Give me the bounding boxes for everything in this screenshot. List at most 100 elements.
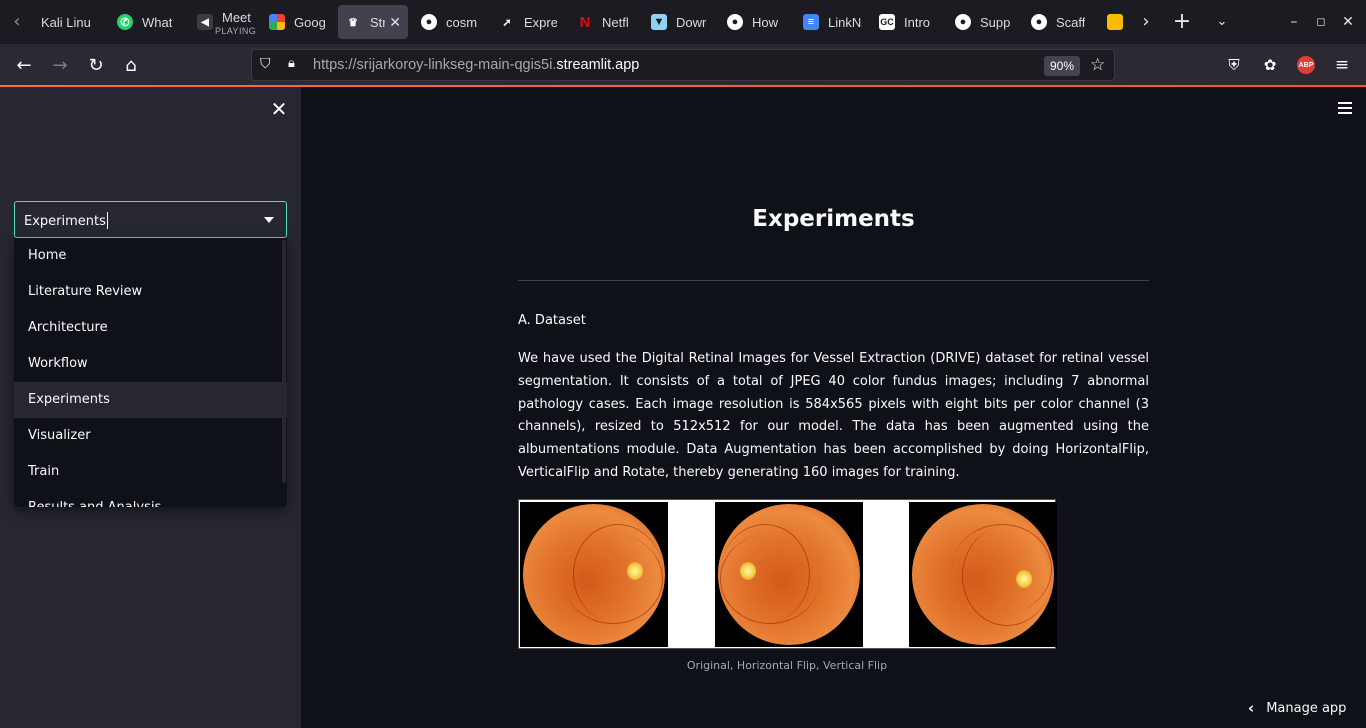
augmentation-figure [518, 499, 1057, 649]
reload-icon[interactable]: ↻ [81, 50, 111, 80]
dataset-description: We have used the Digital Retinal Images … [518, 351, 1149, 480]
minimize-icon[interactable]: – [1280, 8, 1308, 36]
browser-tab[interactable]: ● Scaff [1024, 5, 1098, 39]
page-select-value[interactable]: Experiments [24, 212, 108, 229]
divider [518, 280, 1149, 281]
tab-close-icon[interactable]: ✕ [385, 14, 401, 31]
tab-label: cosm [446, 14, 478, 30]
browser-tab[interactable]: ● How [720, 5, 794, 39]
list-all-tabs-icon[interactable]: ⌄ [1208, 8, 1236, 36]
url-prefix: https://srijarkoroy-linkseg-main-qgis5i. [313, 57, 557, 73]
browser-tab[interactable]: N Netfl [570, 5, 640, 39]
figure-caption: Original, Horizontal Flip, Vertical Flip [686, 659, 888, 672]
browser-tab-active[interactable]: ♛ Str ✕ [338, 5, 408, 39]
dropdown-option-experiments[interactable]: Experiments [14, 382, 287, 418]
maximize-icon[interactable]: ◻ [1307, 8, 1335, 36]
page-select-dropdown: Home Literature Review Architecture Work… [14, 238, 287, 507]
browser-navbar: ← → ↻ ⌂ ⛉ 🔒︎ https://srijarkoroy-linkseg… [0, 44, 1366, 85]
chevron-down-icon[interactable] [264, 217, 274, 223]
new-tab-icon[interactable]: + [1168, 8, 1196, 36]
browser-tab[interactable]: Goog [262, 5, 334, 39]
tab-label: Str [370, 14, 386, 30]
bookmark-star-icon[interactable]: ☆ [1090, 55, 1105, 75]
dropdown-option-train[interactable]: Train [14, 454, 287, 490]
manage-app-button[interactable]: ‹ Manage app [1248, 697, 1346, 719]
tab-playing-label: PLAYING [215, 26, 257, 36]
hamburger-menu-icon[interactable] [1333, 96, 1357, 120]
optic-disc [627, 562, 643, 580]
browser-tab[interactable]: ≡ LinkN [796, 5, 872, 39]
dropdown-option-visualizer[interactable]: Visualizer [14, 418, 287, 454]
url-host: streamlit.app [556, 57, 640, 73]
close-window-icon[interactable]: ✕ [1334, 8, 1362, 36]
dropdown-option-literature-review[interactable]: Literature Review [14, 274, 287, 310]
browser-tab[interactable]: GC Intro [872, 5, 946, 39]
dropdown-option-home[interactable]: Home [14, 238, 287, 274]
browser-tab[interactable]: Kali Linu [34, 5, 110, 39]
tab-label: Expre [524, 14, 557, 30]
speaker-icon: ◀ [197, 14, 213, 30]
tab-label: Scaff [1056, 14, 1086, 30]
github-icon: ● [1031, 14, 1047, 30]
dropdown-scrollbar[interactable] [282, 240, 286, 483]
tab-label: What [142, 14, 173, 30]
tab-label: Meet [222, 9, 251, 25]
optic-disc [1016, 570, 1032, 588]
streamlit-icon: ♛ [348, 16, 358, 29]
netflix-icon: N [579, 13, 591, 31]
page-select[interactable]: Experiments [14, 201, 287, 238]
url-text[interactable]: https://srijarkoroy-linkseg-main-qgis5i.… [313, 57, 639, 73]
tab-scroll-left-icon[interactable]: ‹ [3, 8, 31, 36]
app-menu-icon[interactable]: ≡ [1327, 50, 1357, 80]
zoom-level-badge[interactable]: 90% [1044, 56, 1081, 76]
section-heading: A. Dataset [518, 313, 586, 328]
lock-icon[interactable]: 🔒︎ [288, 56, 295, 71]
retina [912, 504, 1054, 645]
fundus-image-horizontal-flip [715, 502, 863, 647]
fundus-image-original [520, 502, 668, 647]
github-icon: ● [955, 14, 971, 30]
browser-tab[interactable]: ✆ What [110, 5, 190, 39]
retina [523, 504, 665, 645]
docs-icon: ≡ [803, 14, 819, 30]
url-bar[interactable]: ⛉ 🔒︎ https://srijarkoroy-linkseg-main-qg… [251, 49, 1115, 81]
chevron-left-icon: ‹ [1248, 699, 1255, 717]
browser-tab[interactable]: ▼ Dowr [644, 5, 716, 39]
browser-tab[interactable]: ➚ Expre [492, 5, 564, 39]
tab-label: Dowr [676, 14, 707, 30]
browser-tab[interactable]: ● Supp [948, 5, 1022, 39]
tab-label: Intro [904, 14, 931, 30]
dropdown-option-architecture[interactable]: Architecture [14, 310, 287, 346]
close-sidebar-icon[interactable]: ✕ [266, 96, 292, 122]
tab-label: LinkN [828, 14, 862, 30]
browser-tab-strip: ‹ Kali Linu ✆ What ◀ Meet PLAYING Goog ♛… [0, 0, 1366, 44]
manage-app-label: Manage app [1266, 700, 1347, 716]
gc-icon: GC [879, 14, 895, 30]
adblock-plus-button[interactable]: ABP [1291, 50, 1321, 80]
gnome-extension-icon[interactable]: ✿ [1255, 50, 1285, 80]
dropdown-option-workflow[interactable]: Workflow [14, 346, 287, 382]
forward-icon[interactable]: → [45, 50, 75, 80]
download-icon: ▼ [651, 14, 667, 30]
shield-icon[interactable]: ⛉ [260, 56, 271, 72]
back-icon[interactable]: ← [9, 50, 39, 80]
fundus-image-vertical-flip [909, 502, 1057, 647]
sidebar: ✕ Experiments Home Literature Review Arc… [0, 87, 301, 728]
whatsapp-icon: ✆ [117, 14, 133, 30]
slides-icon [1107, 14, 1123, 30]
tab-label: Kali Linu [41, 14, 91, 30]
adblock-plus-icon: ABP [1297, 56, 1315, 74]
tab-scroll-right-icon[interactable]: › [1132, 8, 1160, 36]
github-icon: ● [421, 14, 437, 30]
dropdown-option-results-and-analysis[interactable]: Results and Analysis [14, 490, 287, 507]
browser-tab[interactable] [1100, 5, 1130, 39]
github-icon: ● [727, 14, 743, 30]
home-icon[interactable]: ⌂ [116, 50, 146, 80]
retina [718, 504, 860, 645]
page-title: Experiments [752, 206, 915, 232]
browser-tab[interactable]: ● cosm [414, 5, 488, 39]
google-drive-icon [269, 14, 285, 30]
pocket-icon[interactable]: ⛨ [1219, 50, 1249, 80]
tab-label: Supp [980, 14, 1011, 30]
selected-value-text: Experiments [24, 214, 106, 229]
